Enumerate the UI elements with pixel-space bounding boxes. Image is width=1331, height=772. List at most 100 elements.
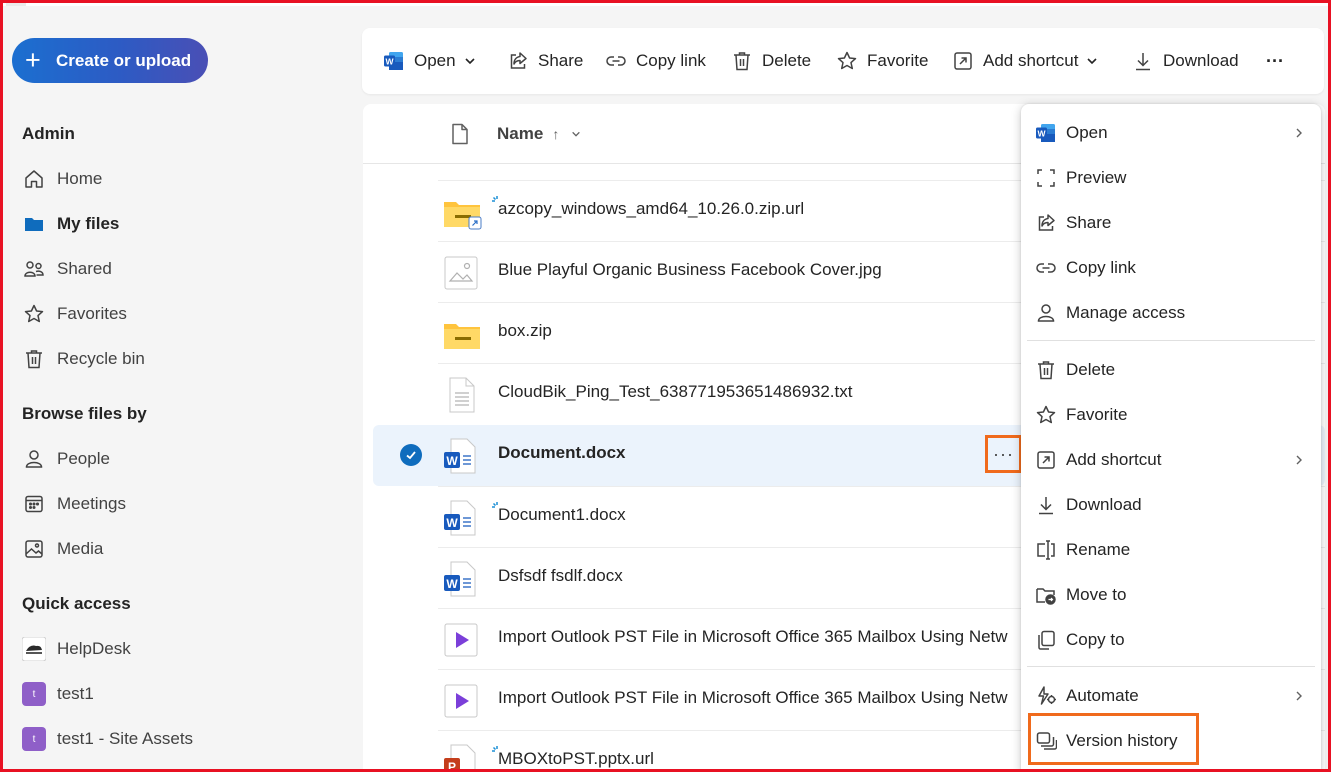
menu-item-preview[interactable]: Preview	[1021, 155, 1321, 200]
toolbar-share-button[interactable]: Share	[506, 28, 583, 94]
create-or-upload-button[interactable]: + Create or upload	[12, 38, 208, 83]
menu-item-move-to[interactable]: Move to	[1021, 572, 1321, 617]
toolbar-delete-button[interactable]: Delete	[730, 28, 811, 94]
sidebar-item-my-files[interactable]: My files	[22, 208, 119, 240]
menu-item-label: Download	[1066, 494, 1142, 514]
toolbar-download-button[interactable]: Download	[1131, 28, 1239, 94]
site-initial-icon: t	[22, 727, 46, 751]
file-name[interactable]: Blue Playful Organic Business Facebook C…	[498, 260, 882, 280]
menu-item-label: Copy to	[1066, 629, 1125, 649]
row-more-actions-button[interactable]: ···	[985, 435, 1022, 473]
menu-item-copy-link[interactable]: Copy link	[1021, 245, 1321, 290]
toolbar-more-button[interactable]: ···	[1266, 28, 1284, 94]
menu-item-copy-to[interactable]: Copy to	[1021, 617, 1321, 662]
toolbar-add-shortcut-button[interactable]: Add shortcut	[951, 28, 1098, 94]
menu-divider	[1027, 666, 1315, 667]
menu-item-open[interactable]: W Open	[1021, 110, 1321, 155]
toolbar-open-button[interactable]: W Open	[382, 28, 476, 94]
toolbar-copy-link-button[interactable]: Copy link	[604, 28, 706, 94]
file-name[interactable]: Import Outlook PST File in Microsoft Off…	[498, 627, 1008, 647]
site-logo-icon	[22, 637, 46, 661]
calendar-icon	[22, 492, 46, 516]
chevron-right-icon	[1293, 124, 1305, 144]
menu-item-label: Copy link	[1066, 257, 1136, 277]
sidebar-item-home[interactable]: Home	[22, 163, 102, 195]
svg-text:P: P	[448, 760, 456, 772]
sidebar-item-people[interactable]: People	[22, 443, 110, 475]
menu-item-rename[interactable]: Rename	[1021, 527, 1321, 572]
toolbar-delete-label: Delete	[762, 51, 812, 70]
menu-item-automate[interactable]: Automate	[1021, 673, 1321, 718]
shortcut-icon	[951, 49, 975, 73]
selected-checkmark-icon[interactable]	[400, 444, 422, 466]
chevron-right-icon	[1293, 687, 1305, 707]
powerpoint-file-icon: P	[442, 743, 480, 772]
sidebar-item-test1[interactable]: t test1	[22, 678, 94, 710]
site-initial-icon: t	[22, 682, 46, 706]
toolbar-favorite-button[interactable]: Favorite	[835, 28, 928, 94]
command-bar: W Open Share Copy link Delete Favorite A…	[362, 28, 1324, 94]
file-name[interactable]: box.zip	[498, 321, 552, 341]
sidebar-item-test1-site-assets[interactable]: t test1 - Site Assets	[22, 723, 193, 755]
sidebar-item-recycle-bin[interactable]: Recycle bin	[22, 343, 145, 375]
menu-item-delete[interactable]: Delete	[1021, 347, 1321, 392]
menu-item-download[interactable]: Download	[1021, 482, 1321, 527]
column-header-name-label: Name	[497, 124, 544, 143]
menu-item-label: Favorite	[1066, 404, 1128, 424]
word-file-icon: W	[442, 437, 480, 475]
download-icon	[1035, 494, 1057, 516]
file-name[interactable]: Import Outlook PST File in Microsoft Off…	[498, 688, 1008, 708]
sidebar: + Create or upload Admin Home My files S…	[0, 0, 360, 772]
trash-icon	[22, 347, 46, 371]
file-name[interactable]: MBOXtoPST.pptx.url	[498, 749, 654, 769]
sidebar-item-label: Shared	[57, 259, 112, 278]
column-header-name[interactable]: Name ↑	[497, 124, 581, 144]
context-menu: W Open Preview Share Copy link Manage ac…	[1021, 104, 1321, 772]
sidebar-item-meetings[interactable]: Meetings	[22, 488, 126, 520]
sidebar-item-shared[interactable]: Shared	[22, 253, 112, 285]
file-name[interactable]: CloudBik_Ping_Test_638771953651486932.tx…	[498, 382, 852, 402]
menu-item-manage-access[interactable]: Manage access	[1021, 290, 1321, 335]
people-icon	[22, 257, 46, 281]
menu-item-label: Share	[1066, 212, 1112, 232]
menu-item-label: Delete	[1066, 359, 1116, 379]
sidebar-item-helpdesk[interactable]: HelpDesk	[22, 633, 131, 665]
file-name[interactable]: Dsfsdf fsdlf.docx	[498, 566, 623, 586]
svg-text:W: W	[446, 577, 458, 591]
sidebar-item-label: test1	[57, 684, 94, 703]
chevron-down-icon	[571, 129, 581, 139]
preview-icon	[1035, 167, 1057, 189]
section-title-browse: Browse files by	[22, 404, 147, 423]
sort-ascending-icon: ↑	[552, 126, 560, 142]
person-icon	[1035, 302, 1057, 324]
toolbar-download-label: Download	[1163, 51, 1239, 70]
trash-icon	[730, 49, 754, 73]
video-file-icon	[442, 621, 480, 659]
sidebar-item-label: Recycle bin	[57, 349, 145, 368]
version-history-highlight	[1028, 713, 1199, 765]
sidebar-item-media[interactable]: Media	[22, 533, 103, 565]
file-name[interactable]: azcopy_windows_amd64_10.26.0.zip.url	[498, 199, 804, 219]
image-icon	[22, 537, 46, 561]
file-name[interactable]: Document.docx	[498, 443, 626, 463]
video-file-icon	[442, 682, 480, 720]
menu-item-favorite[interactable]: Favorite	[1021, 392, 1321, 437]
menu-item-label: Add shortcut	[1066, 449, 1162, 469]
star-icon	[22, 302, 46, 326]
toolbar-add-shortcut-label: Add shortcut	[983, 51, 1079, 70]
rename-icon	[1035, 539, 1057, 561]
chevron-down-icon	[464, 55, 476, 67]
file-name[interactable]: Document1.docx	[498, 505, 626, 525]
menu-item-label: Automate	[1066, 685, 1139, 705]
star-icon	[835, 49, 859, 73]
word-icon: W	[1035, 122, 1057, 144]
menu-item-add-shortcut[interactable]: Add shortcut	[1021, 437, 1321, 482]
sidebar-item-favorites[interactable]: Favorites	[22, 298, 127, 330]
menu-item-label: Move to	[1066, 584, 1127, 604]
toolbar-open-label: Open	[414, 51, 456, 70]
trash-icon	[1035, 359, 1057, 381]
star-icon	[1035, 404, 1057, 426]
site-initial: t	[22, 727, 46, 751]
menu-item-share[interactable]: Share	[1021, 200, 1321, 245]
home-icon	[22, 167, 46, 191]
